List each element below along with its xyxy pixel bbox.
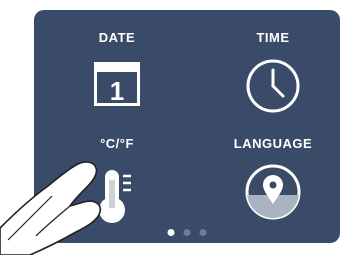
page-dot-2[interactable] xyxy=(183,229,191,236)
language-label: LANGUAGE xyxy=(233,136,313,151)
calendar-icon: 1 xyxy=(93,61,141,112)
language-settings-button[interactable]: LANGUAGE xyxy=(208,136,338,232)
temperature-unit-button[interactable]: °C/°F xyxy=(52,136,182,232)
clock-icon xyxy=(245,58,301,119)
thermometer-icon xyxy=(97,166,137,231)
date-settings-button[interactable]: DATE 1 xyxy=(52,30,182,120)
settings-panel: DATE 1 TIME °C/°F LANGUAGE xyxy=(34,10,340,243)
location-pin-icon xyxy=(243,162,303,227)
time-settings-button[interactable]: TIME xyxy=(208,30,338,120)
calendar-day-number: 1 xyxy=(110,76,124,106)
temperature-unit-label: °C/°F xyxy=(100,136,134,151)
time-label: TIME xyxy=(256,30,290,45)
page-indicator xyxy=(167,229,207,236)
page-dot-1[interactable] xyxy=(167,229,175,236)
date-label: DATE xyxy=(98,30,136,45)
page-dot-3[interactable] xyxy=(199,229,207,236)
